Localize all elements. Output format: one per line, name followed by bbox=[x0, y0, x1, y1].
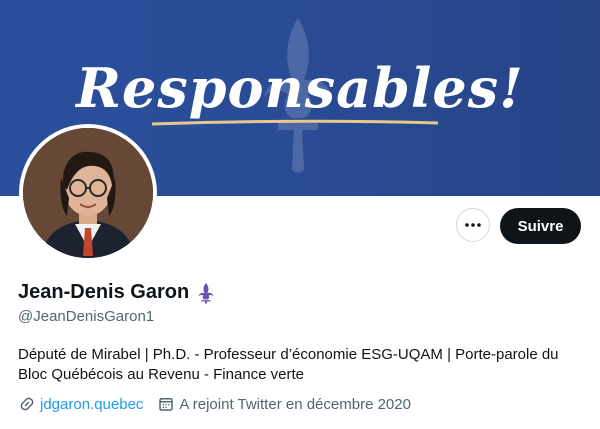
banner-slogan: Responsables! bbox=[76, 56, 524, 120]
joined-date: A rejoint Twitter en décembre 2020 bbox=[179, 395, 411, 413]
follow-button[interactable]: Suivre bbox=[500, 208, 581, 244]
profile-bio: Député de Mirabel | Ph.D. - Professeur d… bbox=[18, 346, 559, 383]
person-portrait-icon bbox=[23, 128, 153, 258]
website-link[interactable]: jdgaron.quebec bbox=[40, 396, 143, 413]
fleur-de-lys-icon bbox=[198, 282, 214, 304]
banner-underline bbox=[151, 119, 439, 126]
name-row: Jean-Denis Garon bbox=[18, 281, 217, 304]
display-name: Jean-Denis Garon bbox=[18, 281, 190, 303]
profile-meta: jdgaron.quebec A rejoint Twitter en déce… bbox=[18, 395, 425, 413]
avatar-photo bbox=[23, 128, 153, 258]
joined-item: A rejoint Twitter en décembre 2020 bbox=[157, 395, 411, 413]
avatar[interactable] bbox=[19, 124, 157, 262]
website-item[interactable]: jdgaron.quebec bbox=[18, 395, 143, 413]
link-icon bbox=[20, 397, 34, 411]
more-options-button[interactable] bbox=[456, 208, 490, 242]
profile-handle: @JeanDenisGaron1 bbox=[18, 308, 155, 325]
more-horizontal-icon bbox=[465, 223, 481, 227]
calendar-icon bbox=[159, 398, 174, 411]
